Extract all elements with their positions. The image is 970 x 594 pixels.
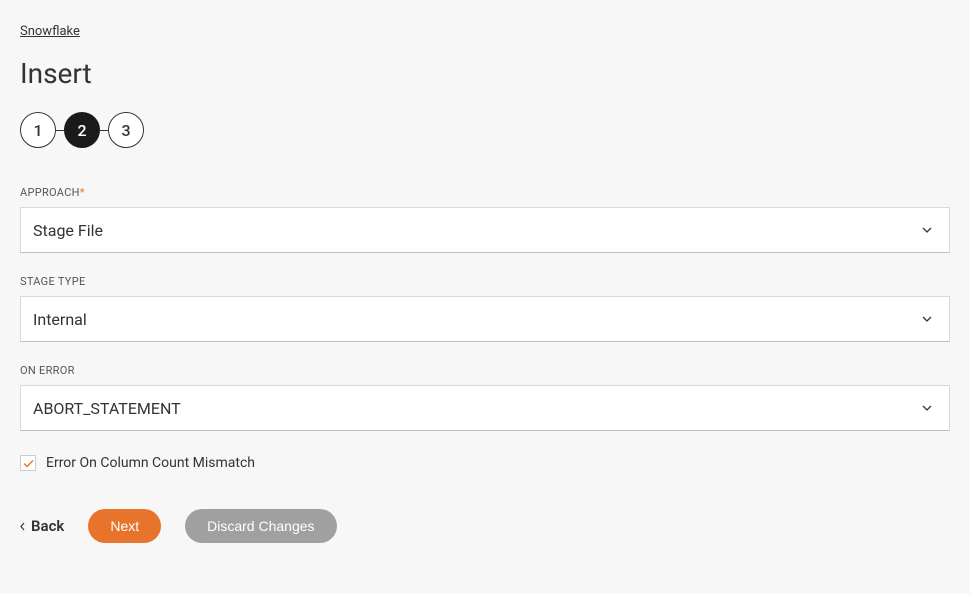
field-label-on-error: ON ERROR [20,364,950,377]
field-approach: APPROACH* Stage File [20,186,950,253]
checkbox-error-mismatch[interactable] [20,455,36,471]
field-stage-type: STAGE TYPE Internal [20,275,950,342]
required-indicator: * [80,186,85,199]
step-connector [56,130,64,131]
page-title: Insert [20,57,950,90]
chevron-down-icon [921,313,933,325]
select-stage-type[interactable]: Internal [20,296,950,342]
label-text: APPROACH [20,186,80,199]
back-button[interactable]: Back [20,517,64,535]
chevron-left-icon [20,517,25,535]
next-button[interactable]: Next [88,509,161,543]
back-button-label: Back [31,517,64,535]
select-value-stage-type: Internal [33,310,921,329]
checkbox-row: Error On Column Count Mismatch [20,455,950,471]
step-1[interactable]: 1 [20,112,56,148]
breadcrumb-link[interactable]: Snowflake [20,24,80,39]
step-3[interactable]: 3 [108,112,144,148]
select-approach[interactable]: Stage File [20,207,950,253]
step-connector [100,130,108,131]
discard-button[interactable]: Discard Changes [185,509,336,543]
button-row: Back Next Discard Changes [20,509,950,543]
chevron-down-icon [921,402,933,414]
field-label-approach: APPROACH* [20,186,950,199]
step-2[interactable]: 2 [64,112,100,148]
field-label-stage-type: STAGE TYPE [20,275,950,288]
checkbox-label: Error On Column Count Mismatch [46,455,255,471]
select-on-error[interactable]: ABORT_STATEMENT [20,385,950,431]
stepper: 1 2 3 [20,112,950,148]
select-value-approach: Stage File [33,221,921,240]
chevron-down-icon [921,224,933,236]
field-on-error: ON ERROR ABORT_STATEMENT [20,364,950,431]
select-value-on-error: ABORT_STATEMENT [33,399,921,418]
